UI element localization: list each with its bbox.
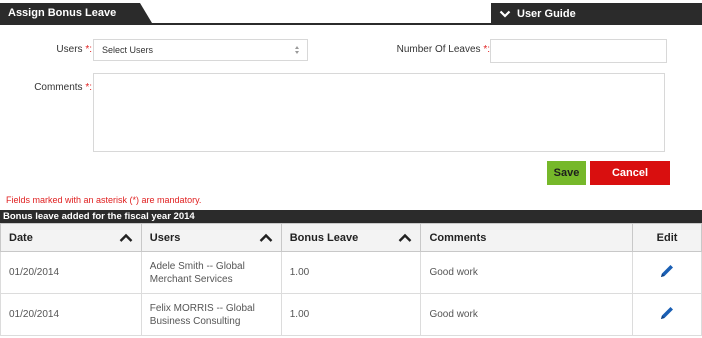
pencil-icon[interactable]: [659, 263, 675, 279]
comments-label: Comments *:: [20, 82, 92, 93]
column-header-label: Users: [149, 231, 181, 244]
cell-bonus: 1.00: [280, 293, 422, 336]
column-header-label: Date: [9, 231, 33, 244]
mandatory-note: Fields marked with an asterisk (*) are m…: [6, 195, 202, 205]
bonus-leave-table: Date Users Bonus Leave Comments Edit 01/…: [0, 223, 702, 336]
comments-textarea[interactable]: [93, 73, 665, 152]
cell-edit: [632, 251, 702, 294]
users-label: Users *:: [40, 44, 92, 55]
users-label-text: Users: [56, 44, 83, 55]
leaves-label: Number Of Leaves *:: [380, 44, 490, 55]
cell-user-text: Adele Smith -- Global Merchant Services: [149, 260, 245, 285]
users-select-value: Select Users: [102, 45, 154, 55]
cell-user: Adele Smith -- Global Merchant Services: [140, 251, 282, 294]
section-title: Bonus leave added for the fiscal year 20…: [0, 210, 702, 223]
table-row: 01/20/2014 Felix MORRIS -- Global Busine…: [0, 293, 702, 336]
pencil-icon[interactable]: [659, 305, 675, 321]
column-header-edit: Edit: [632, 223, 702, 252]
table-row: 01/20/2014 Adele Smith -- Global Merchan…: [0, 251, 702, 294]
sort-up-icon[interactable]: [398, 233, 412, 243]
cancel-button[interactable]: Cancel: [590, 161, 670, 185]
cell-edit: [632, 293, 702, 336]
chevron-down-icon: [499, 10, 511, 18]
column-header-label: Edit: [656, 231, 678, 244]
cell-comment: Good work: [420, 293, 634, 336]
table-header-row: Date Users Bonus Leave Comments Edit: [0, 223, 702, 252]
sort-up-icon[interactable]: [259, 233, 273, 243]
user-guide-toggle[interactable]: User Guide: [491, 3, 702, 25]
column-header-date[interactable]: Date: [0, 223, 142, 252]
column-header-bonus-leave[interactable]: Bonus Leave: [280, 223, 422, 252]
cell-user-text: Felix MORRIS -- Global Business Consulti…: [149, 302, 255, 327]
top-bar: Assign Bonus Leave User Guide: [0, 0, 702, 25]
required-mark: *:: [85, 82, 92, 93]
select-arrows-icon: [295, 46, 300, 54]
required-mark: *:: [483, 44, 490, 55]
sort-up-icon[interactable]: [119, 233, 133, 243]
column-header-label: Comments: [429, 231, 487, 244]
required-mark: *:: [85, 44, 92, 55]
page-title: Assign Bonus Leave: [0, 3, 152, 23]
user-guide-label: User Guide: [517, 7, 576, 20]
cell-comment: Good work: [420, 251, 634, 294]
cell-date: 01/20/2014: [0, 293, 142, 336]
leaves-label-text: Number Of Leaves: [396, 44, 481, 55]
top-divider: [0, 23, 702, 25]
cell-date: 01/20/2014: [0, 251, 142, 294]
cell-user: Felix MORRIS -- Global Business Consulti…: [140, 293, 282, 336]
users-select[interactable]: Select Users: [93, 39, 308, 61]
comments-label-text: Comments: [34, 82, 83, 93]
column-header-label: Bonus Leave: [289, 231, 359, 244]
column-header-users[interactable]: Users: [140, 223, 282, 252]
save-button[interactable]: Save: [547, 161, 586, 185]
column-header-comments: Comments: [420, 223, 634, 252]
cell-bonus: 1.00: [280, 251, 422, 294]
number-of-leaves-input[interactable]: [490, 39, 667, 63]
